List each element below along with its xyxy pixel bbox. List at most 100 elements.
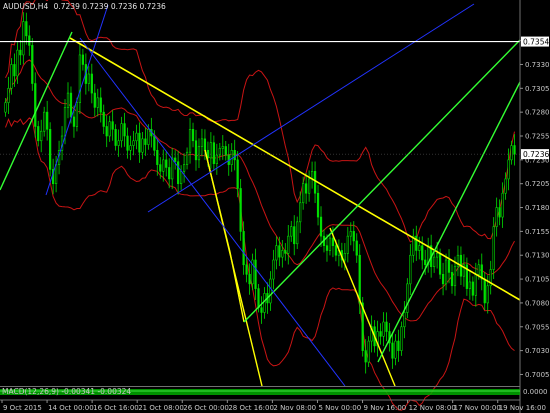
candle-body bbox=[245, 264, 248, 275]
candle-body bbox=[468, 281, 471, 289]
candle-body bbox=[108, 121, 111, 137]
candle-body bbox=[66, 92, 70, 108]
hline-price-marker: 0.7354 bbox=[521, 36, 549, 47]
candle-body bbox=[239, 188, 242, 232]
candle-body bbox=[355, 240, 358, 256]
candle-body bbox=[99, 97, 102, 113]
candle-body bbox=[397, 340, 400, 351]
candle-body bbox=[302, 183, 305, 204]
price-tick-label: 0.7330 bbox=[525, 61, 550, 69]
candle-body bbox=[424, 259, 427, 266]
indicator-right-label: 0.0000 bbox=[523, 388, 548, 396]
candle-body bbox=[254, 259, 257, 289]
candle-body bbox=[31, 45, 34, 84]
price-tick-label: 0.7130 bbox=[525, 252, 550, 260]
price-tick-label: 0.7280 bbox=[525, 109, 550, 117]
time-tick-label: 5 Nov 00:00 bbox=[318, 404, 361, 412]
candle-body bbox=[129, 145, 132, 151]
price-chart[interactable]: 0.73550.73300.73050.72800.72550.72300.72… bbox=[0, 0, 550, 413]
candle-body bbox=[120, 123, 123, 142]
candle-body bbox=[209, 142, 213, 159]
candle-body bbox=[421, 245, 424, 261]
candle-body bbox=[358, 254, 361, 304]
candle-body bbox=[13, 64, 16, 77]
candle-body bbox=[72, 116, 76, 127]
candle-body bbox=[221, 146, 224, 149]
candle-body bbox=[123, 123, 126, 137]
candle-body bbox=[450, 272, 454, 287]
candle-body bbox=[272, 259, 275, 280]
symbol-timeframe: AUDUSD,H4 bbox=[3, 2, 48, 11]
candle-body bbox=[69, 92, 73, 118]
candle-body bbox=[126, 135, 129, 151]
candle-body bbox=[4, 102, 7, 113]
header: AUDUSD,H4 0.7239 0.7239 0.7236 0.7236 bbox=[3, 2, 166, 11]
candle-body bbox=[418, 245, 421, 251]
candle-body bbox=[382, 321, 385, 337]
candle-body bbox=[287, 235, 290, 254]
candle-body bbox=[367, 340, 370, 363]
candle-body bbox=[305, 183, 308, 194]
candle-body bbox=[284, 250, 287, 254]
candle-body bbox=[364, 350, 367, 363]
candle-body bbox=[263, 293, 266, 313]
candle-body bbox=[328, 237, 332, 251]
candle-body bbox=[177, 161, 180, 184]
price-tick-label: 0.7055 bbox=[525, 323, 550, 331]
candle-body bbox=[147, 129, 150, 145]
candle-body bbox=[281, 250, 284, 258]
candle-body bbox=[159, 164, 162, 172]
candle-body bbox=[435, 253, 439, 258]
candle-body bbox=[334, 245, 338, 256]
candle-body bbox=[141, 138, 144, 153]
hline-price-text: 0.7354 bbox=[523, 38, 549, 47]
candle-body bbox=[510, 145, 513, 161]
candle-body bbox=[224, 146, 227, 156]
candle-body bbox=[28, 35, 31, 46]
candle-body bbox=[331, 237, 335, 246]
ohlc-values: 0.7239 0.7239 0.7236 0.7236 bbox=[54, 2, 166, 11]
candle-body bbox=[391, 342, 394, 359]
candle-body bbox=[171, 157, 174, 180]
candle-body bbox=[307, 178, 311, 194]
candle-body bbox=[444, 259, 448, 285]
candle-body bbox=[19, 49, 22, 56]
candle-body bbox=[165, 159, 168, 168]
candle-body bbox=[138, 132, 141, 153]
candle-body bbox=[319, 216, 323, 237]
candle-body bbox=[40, 130, 43, 142]
candle-body bbox=[260, 307, 263, 313]
candle-body bbox=[400, 326, 403, 351]
candle-body bbox=[75, 102, 79, 127]
candle-body bbox=[471, 281, 474, 296]
candle-body bbox=[7, 88, 10, 103]
candle-body bbox=[182, 164, 186, 172]
candle-body bbox=[441, 274, 445, 285]
current-price-text: 0.7236 bbox=[523, 150, 549, 159]
candle-body bbox=[46, 111, 49, 130]
candle-body bbox=[507, 159, 510, 180]
candle-body bbox=[513, 145, 516, 155]
price-tick-label: 0.7255 bbox=[525, 133, 550, 141]
time-tick-label: 17 Nov 00:00 bbox=[454, 404, 501, 412]
time-tick-label: 19 Nov 16:00 bbox=[499, 404, 546, 412]
time-tick-label: 2 Nov 08:00 bbox=[273, 404, 316, 412]
candle-body bbox=[191, 129, 195, 142]
time-tick-label: 9 Oct 2015 bbox=[3, 404, 42, 412]
candle-body bbox=[156, 150, 159, 165]
candle-body bbox=[179, 170, 183, 184]
time-tick-label: 26 Oct 00:00 bbox=[183, 404, 229, 412]
candle-body bbox=[203, 138, 207, 151]
time-tick-label: 28 Oct 16:00 bbox=[228, 404, 274, 412]
candle-body bbox=[37, 126, 40, 142]
candle-body bbox=[111, 121, 114, 130]
candle-body bbox=[135, 132, 138, 142]
time-tick-label: 9 Nov 16:00 bbox=[364, 404, 407, 412]
current-price-marker: 0.7236 bbox=[521, 149, 549, 160]
candle-body bbox=[132, 140, 135, 146]
price-tick-label: 0.7030 bbox=[525, 347, 550, 355]
candle-body bbox=[96, 97, 99, 108]
candle-body bbox=[197, 146, 201, 161]
candle-body bbox=[379, 331, 382, 337]
candle-body bbox=[230, 150, 233, 165]
